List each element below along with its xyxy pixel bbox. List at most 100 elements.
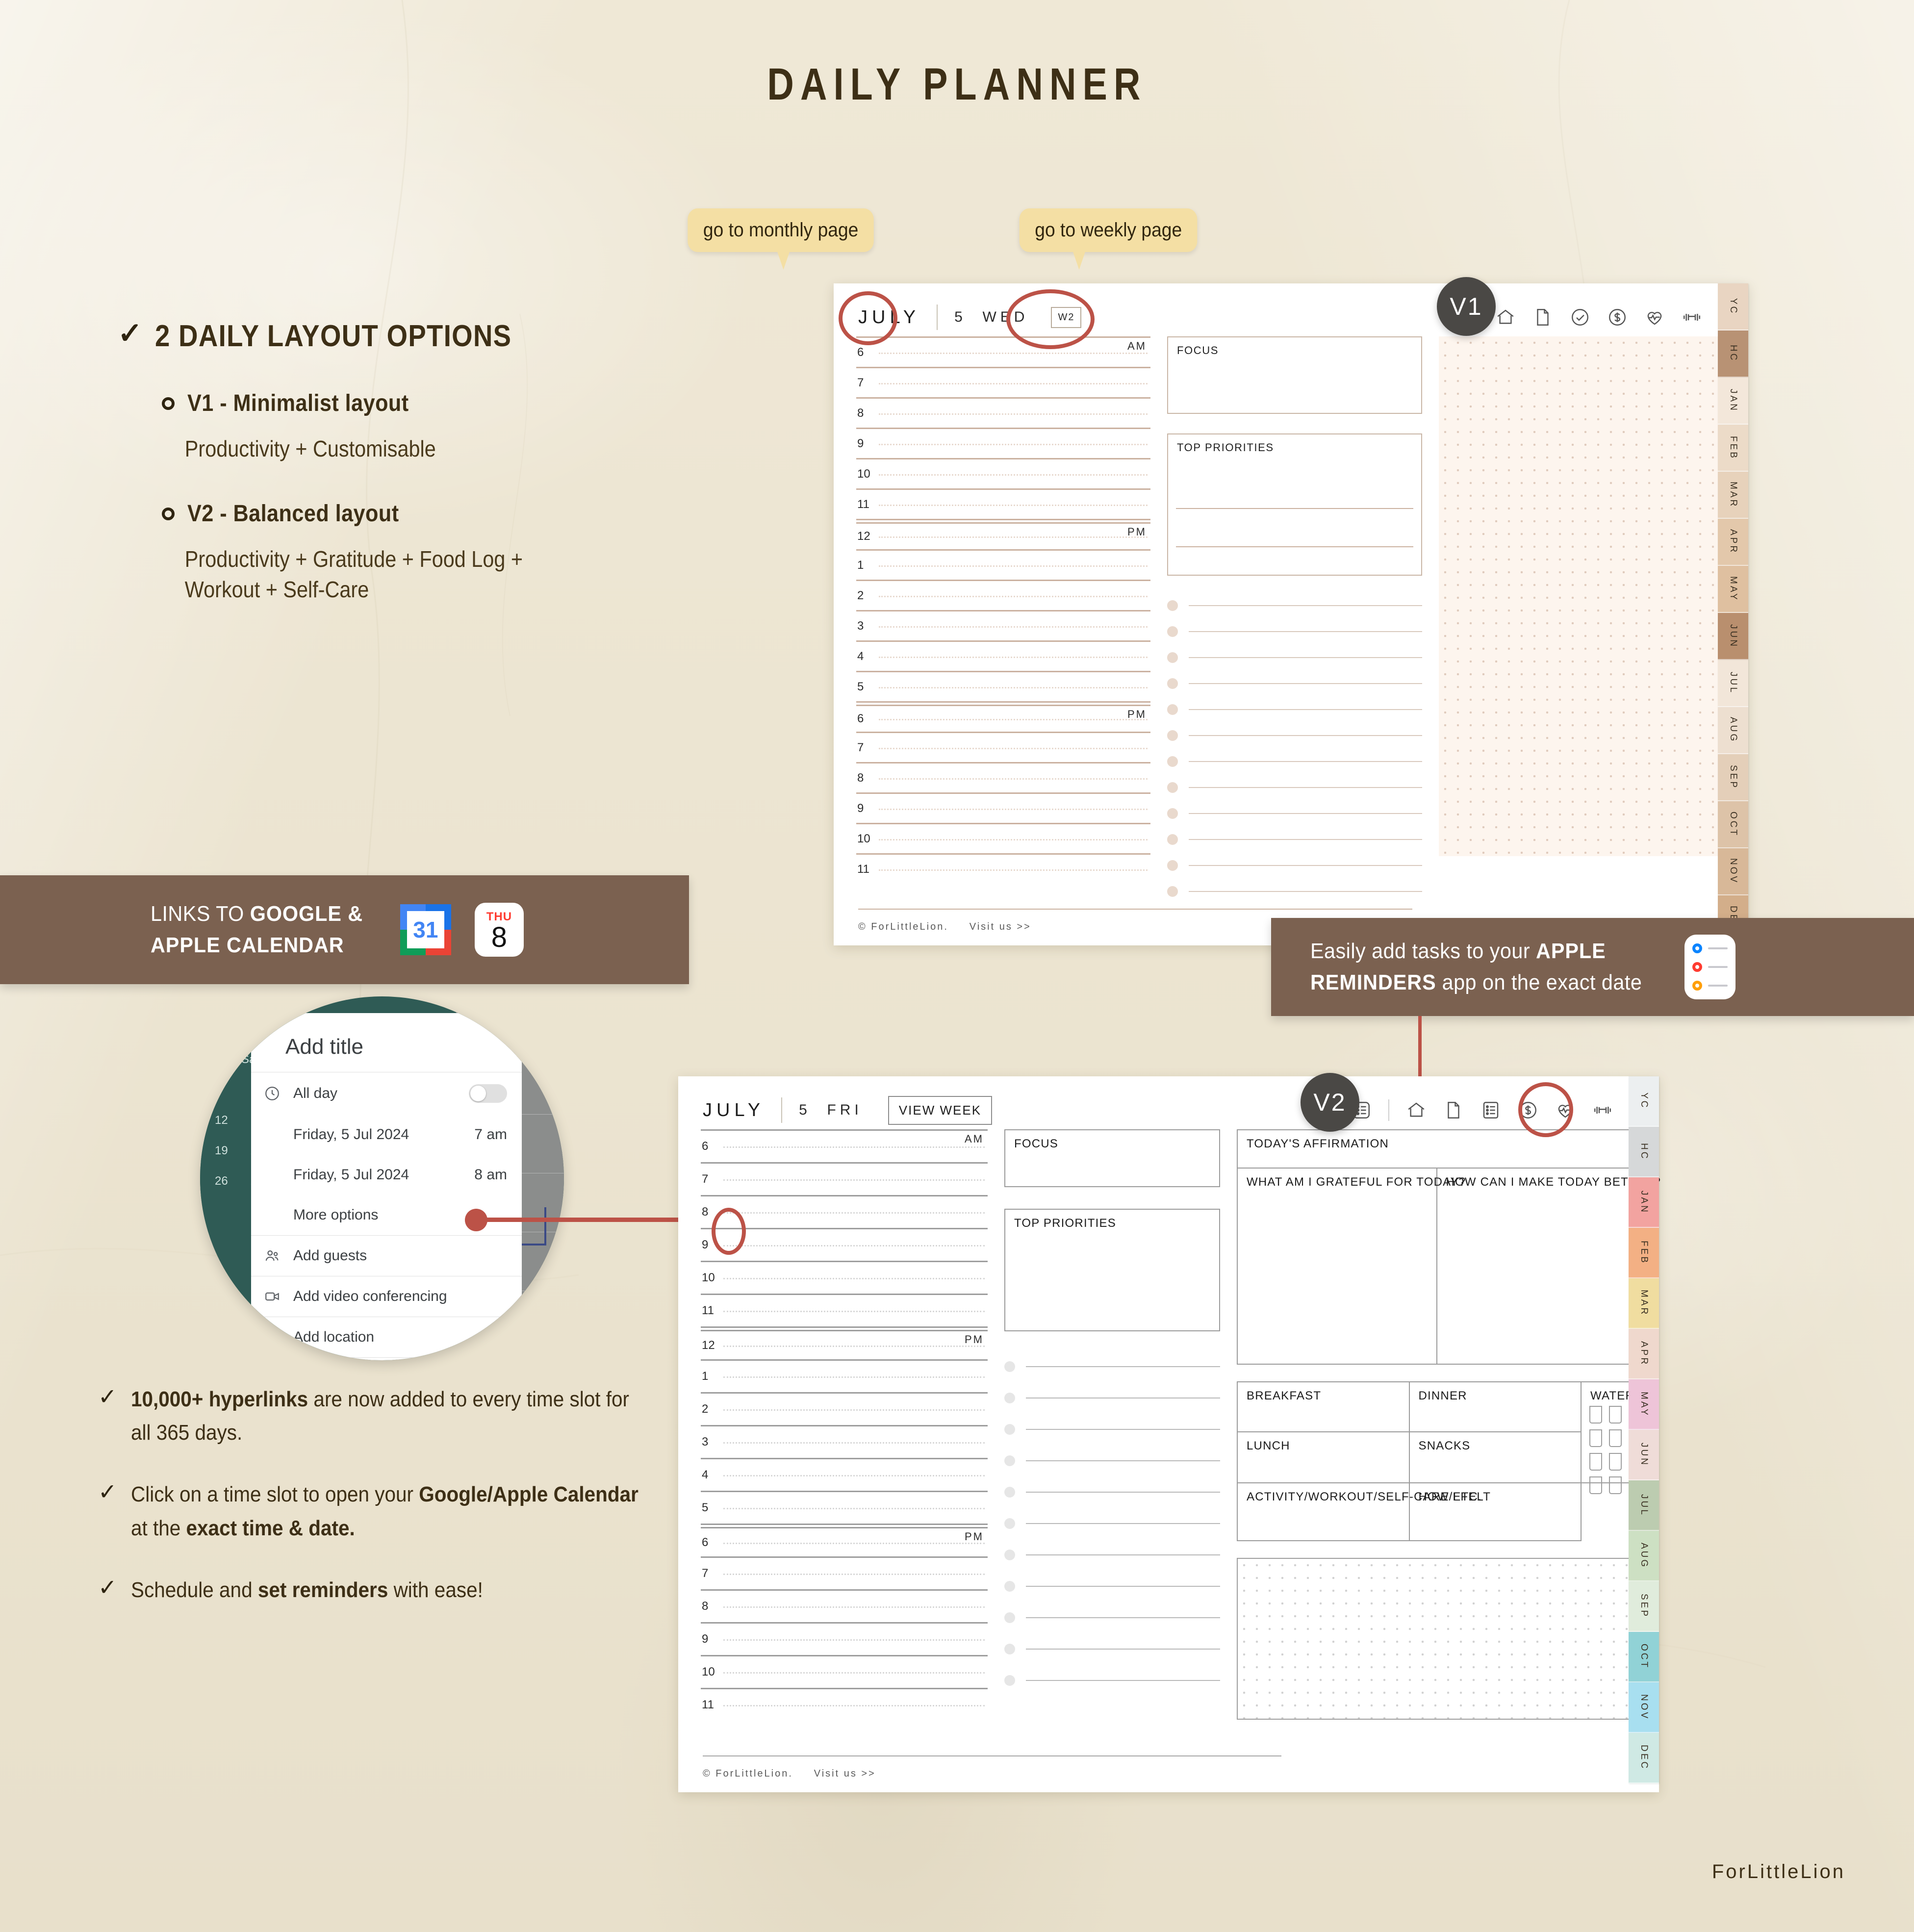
- checklist-row[interactable]: [1167, 722, 1422, 748]
- top-priorities-box[interactable]: TOP PRIORITIES: [1167, 433, 1422, 576]
- top-priorities-box[interactable]: TOP PRIORITIES: [1004, 1209, 1220, 1331]
- checklist-row[interactable]: [1004, 1602, 1220, 1633]
- home-icon[interactable]: [1406, 1100, 1427, 1120]
- add-guests-row[interactable]: Add guests: [251, 1236, 522, 1276]
- dollar-circle-icon[interactable]: [1607, 307, 1628, 328]
- month-tab-apr[interactable]: APR: [1718, 519, 1748, 566]
- time-slot[interactable]: 7: [701, 1162, 988, 1195]
- dot-grid-notes-area[interactable]: [1439, 336, 1726, 856]
- dumbbell-icon[interactable]: [1682, 307, 1702, 328]
- time-slot[interactable]: AM 6: [701, 1129, 988, 1162]
- checklist-row[interactable]: [1167, 826, 1422, 852]
- dot-grid-notes-area[interactable]: [1237, 1558, 1636, 1720]
- event-start-row[interactable]: Friday, 5 Jul 2024 7 am: [251, 1115, 522, 1155]
- checklist-row[interactable]: [1167, 696, 1422, 722]
- food-log-cell[interactable]: LUNCH: [1237, 1432, 1410, 1483]
- food-log-cell[interactable]: SNACKS: [1409, 1432, 1582, 1483]
- water-glass-checkbox[interactable]: [1589, 1476, 1602, 1494]
- checklist-row[interactable]: [1004, 1476, 1220, 1508]
- month-tab-oct[interactable]: OCT: [1718, 801, 1748, 848]
- checkbox-dot-icon[interactable]: [1004, 1361, 1015, 1372]
- home-icon[interactable]: [1495, 307, 1516, 328]
- checkbox-dot-icon[interactable]: [1004, 1612, 1015, 1623]
- checkbox-dot-icon[interactable]: [1004, 1455, 1015, 1466]
- checklist-row[interactable]: [1167, 592, 1422, 618]
- checklist-row[interactable]: [1004, 1665, 1220, 1696]
- time-slot[interactable]: 8: [856, 762, 1150, 792]
- time-slot[interactable]: 11: [701, 1294, 988, 1326]
- planner-v1-week-badge[interactable]: W2: [1051, 306, 1082, 328]
- focus-box[interactable]: FOCUS: [1167, 336, 1422, 414]
- time-slot[interactable]: 8: [856, 397, 1150, 428]
- month-tab-may[interactable]: MAY: [1718, 566, 1748, 613]
- time-slot[interactable]: 10: [856, 458, 1150, 488]
- month-tab-jan[interactable]: JAN: [1718, 378, 1748, 425]
- time-slot[interactable]: 2: [856, 580, 1150, 610]
- time-slot[interactable]: 11: [856, 853, 1150, 884]
- checkbox-dot-icon[interactable]: [1167, 886, 1178, 897]
- month-tab-nov[interactable]: NOV: [1718, 848, 1748, 895]
- time-slot[interactable]: 10: [701, 1261, 988, 1294]
- month-tab-yc[interactable]: YC: [1718, 283, 1748, 330]
- all-day-row[interactable]: All day: [251, 1072, 522, 1115]
- month-tab-feb[interactable]: FEB: [1718, 425, 1748, 472]
- time-slot[interactable]: PM 12: [856, 519, 1150, 549]
- checklist-row[interactable]: [1004, 1414, 1220, 1445]
- checklist-icon[interactable]: [1480, 1100, 1501, 1120]
- time-slot[interactable]: 9: [701, 1228, 988, 1261]
- dumbbell-icon[interactable]: [1592, 1100, 1613, 1120]
- checklist-row[interactable]: [1004, 1633, 1220, 1665]
- document-icon[interactable]: [1443, 1100, 1464, 1120]
- month-tab-sep[interactable]: SEP: [1629, 1581, 1659, 1632]
- water-glass-checkbox[interactable]: [1589, 1429, 1602, 1447]
- time-slot[interactable]: PM 6: [701, 1524, 988, 1556]
- heart-pulse-icon[interactable]: [1555, 1100, 1576, 1120]
- planner-v2-month[interactable]: JULY: [703, 1100, 765, 1121]
- add-video-row[interactable]: Add video conferencing: [251, 1276, 522, 1317]
- time-slot[interactable]: 9: [856, 792, 1150, 823]
- planner-v2-view-week-button[interactable]: VIEW WEEK: [888, 1095, 993, 1125]
- checklist-row[interactable]: [1167, 670, 1422, 696]
- month-tab-jan[interactable]: JAN: [1629, 1177, 1659, 1228]
- event-title-input[interactable]: Add title: [251, 1013, 522, 1072]
- time-slot[interactable]: 11: [856, 488, 1150, 519]
- water-glass-checkbox[interactable]: [1609, 1406, 1622, 1424]
- checklist-row[interactable]: [1004, 1445, 1220, 1476]
- food-log-cell[interactable]: DINNER: [1409, 1381, 1582, 1432]
- month-tab-apr[interactable]: APR: [1629, 1329, 1659, 1379]
- month-tab-sep[interactable]: SEP: [1718, 754, 1748, 801]
- make-better-box[interactable]: HOW CAN I MAKE TODAY BETTER?: [1437, 1169, 1660, 1365]
- event-end-row[interactable]: Friday, 5 Jul 2024 8 am: [251, 1155, 522, 1195]
- checklist-row[interactable]: [1167, 774, 1422, 800]
- month-tab-yc[interactable]: YC: [1629, 1076, 1659, 1127]
- water-glass-checkbox[interactable]: [1609, 1453, 1622, 1471]
- month-tab-jun[interactable]: JUN: [1629, 1430, 1659, 1480]
- time-slot[interactable]: AM 6: [856, 336, 1150, 367]
- time-slot[interactable]: 7: [701, 1556, 988, 1589]
- month-tab-mar[interactable]: MAR: [1718, 472, 1748, 519]
- checkbox-dot-icon[interactable]: [1004, 1518, 1015, 1529]
- water-glass-checkbox[interactable]: [1609, 1429, 1622, 1447]
- water-glass-checkbox[interactable]: [1609, 1476, 1622, 1494]
- checkbox-dot-icon[interactable]: [1167, 704, 1178, 715]
- food-log-cell[interactable]: BREAKFAST: [1237, 1381, 1410, 1432]
- time-slot[interactable]: 10: [701, 1655, 988, 1688]
- time-slot[interactable]: 7: [856, 367, 1150, 397]
- footer-visit-link[interactable]: Visit us >>: [814, 1768, 876, 1779]
- month-tab-jul[interactable]: JUL: [1629, 1480, 1659, 1531]
- checklist-row[interactable]: [1004, 1508, 1220, 1539]
- checkbox-dot-icon[interactable]: [1004, 1675, 1015, 1686]
- focus-box[interactable]: FOCUS: [1004, 1129, 1220, 1187]
- time-slot[interactable]: 8: [701, 1195, 988, 1228]
- month-tab-aug[interactable]: AUG: [1629, 1531, 1659, 1581]
- checkbox-dot-icon[interactable]: [1167, 834, 1178, 845]
- time-slot[interactable]: PM 6: [856, 701, 1150, 732]
- time-slot[interactable]: PM 12: [701, 1326, 988, 1359]
- month-tab-jun[interactable]: JUN: [1718, 613, 1748, 660]
- month-tab-aug[interactable]: AUG: [1718, 707, 1748, 754]
- time-slot[interactable]: 9: [856, 428, 1150, 458]
- checklist-row[interactable]: [1004, 1539, 1220, 1571]
- time-slot[interactable]: 3: [856, 610, 1150, 640]
- food-log-cell[interactable]: ACTIVITY/WORKOUT/SELF-CARE/ETC.: [1237, 1483, 1481, 1541]
- time-slot[interactable]: 9: [701, 1622, 988, 1655]
